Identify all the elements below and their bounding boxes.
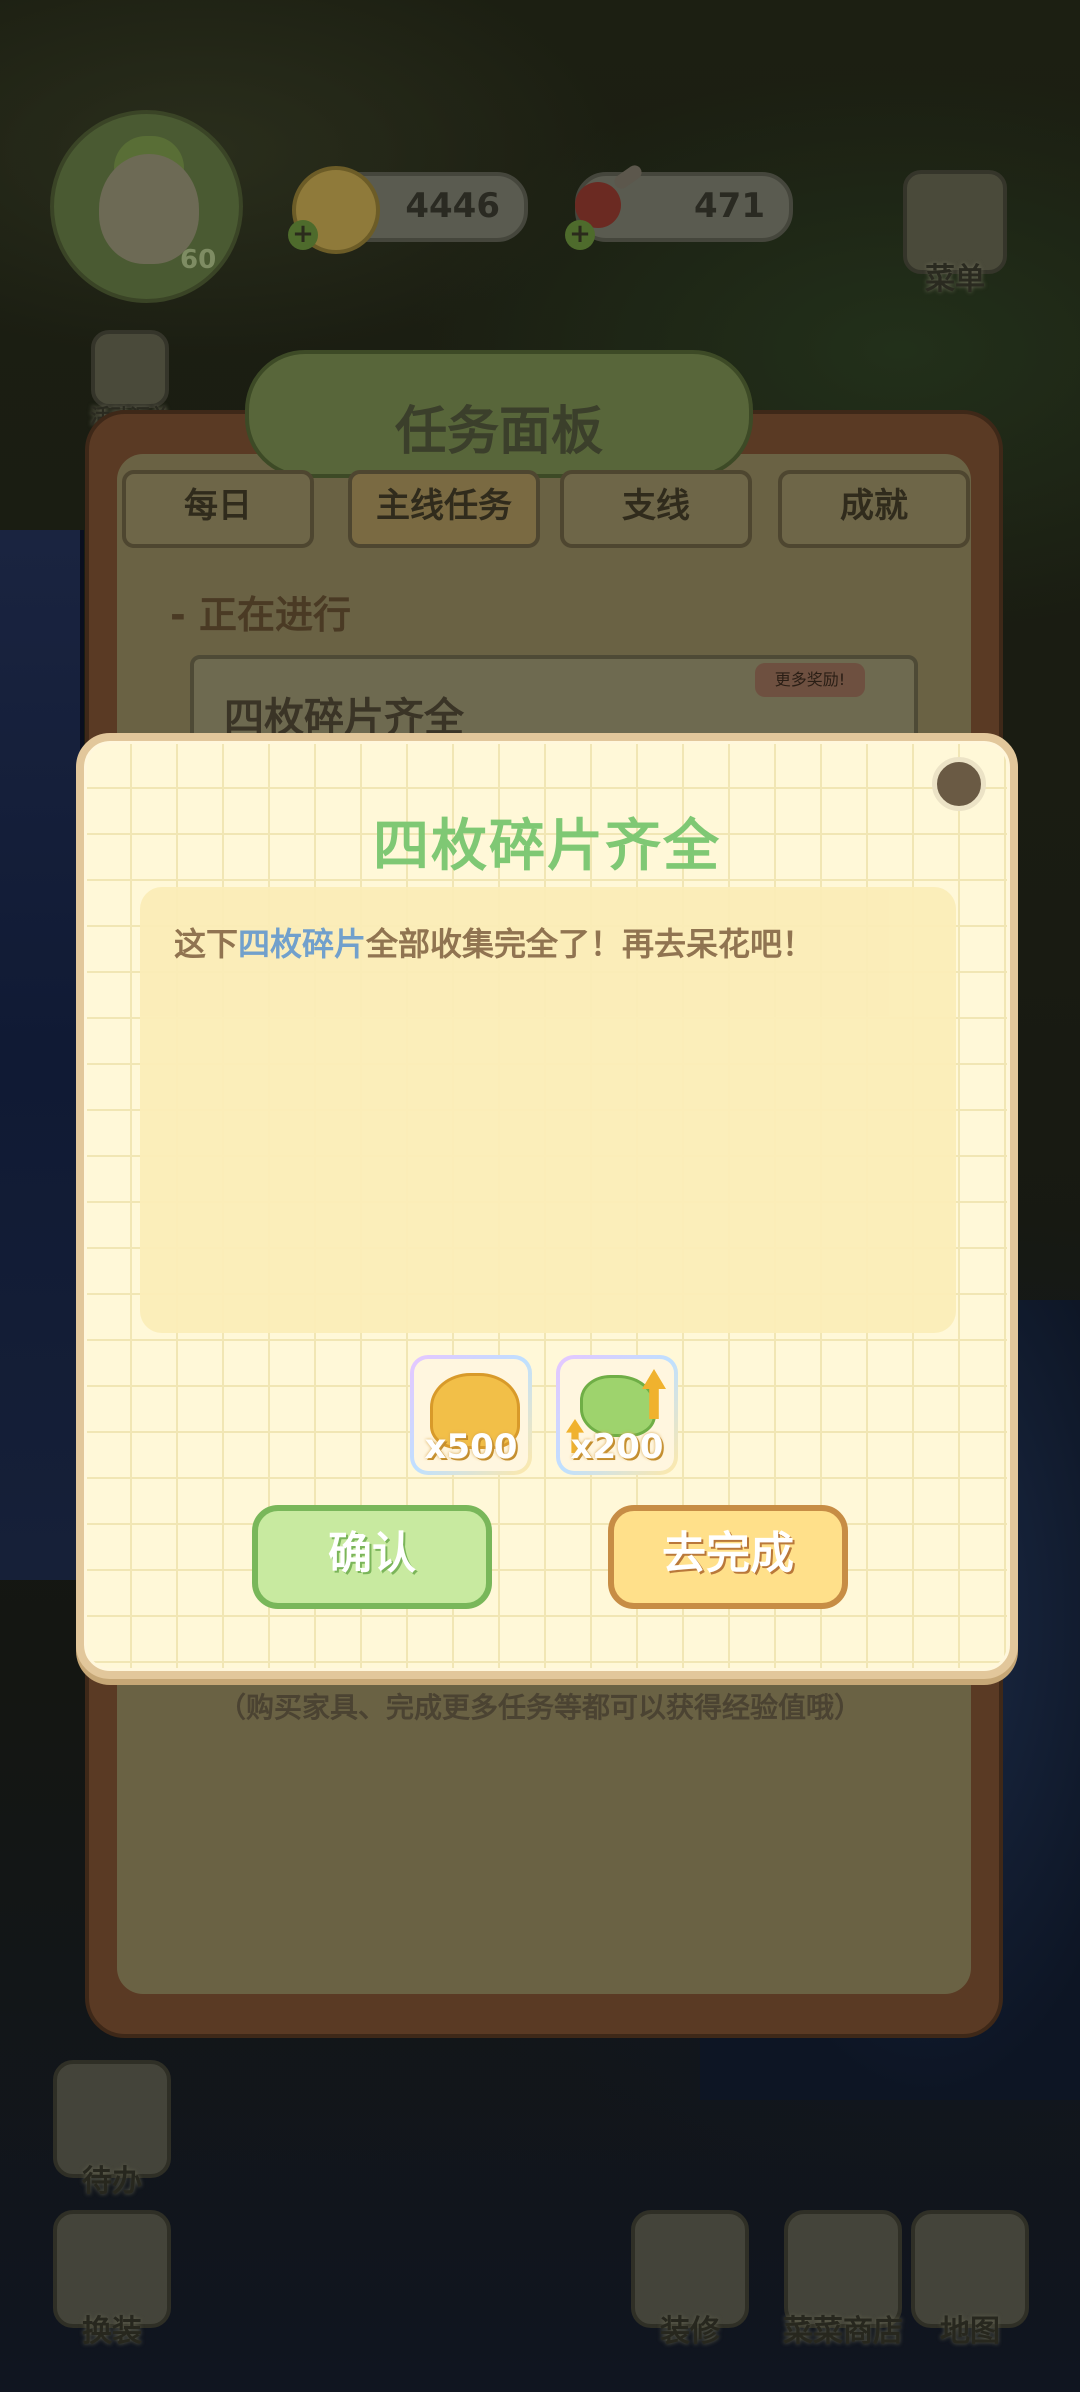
dialog-title: 四枚碎片齐全	[373, 814, 721, 879]
task-panel-title: 任务面板	[394, 402, 603, 462]
menu-label: 菜单	[925, 262, 985, 297]
dialog-message-highlight: 四枚碎片	[238, 925, 367, 963]
tab-side-quest[interactable]: 支线	[560, 470, 752, 548]
building-scenery	[0, 530, 84, 1580]
tab-daily[interactable]: 每日	[122, 470, 314, 548]
coin-counter[interactable]: + 4446	[288, 166, 528, 254]
todo-label: 待办	[82, 2164, 142, 2199]
dialog-message: 这下四枚碎片全部收集完全了！再去呆花吧！	[174, 919, 814, 965]
shop-button[interactable]: 菜菜商店	[768, 2210, 918, 2350]
dialog-message-suffix: 全部收集完全了！再去呆花吧！	[366, 925, 815, 963]
todo-button[interactable]: 待办	[52, 2060, 172, 2200]
menu-button[interactable]: 菜单	[900, 170, 1010, 298]
shop-label: 菜菜商店	[783, 2314, 903, 2349]
reward-gold: x500	[410, 1355, 532, 1475]
reward-gold-qty: x500	[424, 1427, 518, 1467]
meat-counter[interactable]: + 471	[565, 162, 793, 250]
dialog-message-prefix: 这下	[174, 925, 239, 963]
experience-hint: （购买家具、完成更多任务等都可以获得经验值哦）	[217, 1691, 862, 1724]
confirm-button[interactable]: 确认	[252, 1505, 492, 1609]
map-button[interactable]: 地图	[910, 2210, 1030, 2350]
dress-button[interactable]: 换装	[52, 2210, 172, 2350]
in-progress-label: - 正在进行	[170, 593, 352, 637]
decorate-button[interactable]: 装修	[630, 2210, 750, 2350]
player-level: 60	[180, 245, 217, 275]
events-icon	[91, 330, 169, 408]
meat-value: 471	[694, 186, 765, 226]
decorate-label: 装修	[660, 2314, 720, 2349]
coin-value: 4446	[405, 186, 500, 226]
tab-main-quest[interactable]: 主线任务	[348, 470, 540, 548]
add-meat-icon[interactable]: +	[565, 220, 595, 250]
add-coin-icon[interactable]: +	[288, 220, 318, 250]
task-panel-title-banner: 任务面板	[245, 350, 753, 478]
map-label: 地图	[940, 2314, 1000, 2349]
more-reward-badge[interactable]: 更多奖励!	[755, 663, 865, 697]
reward-exp-qty: x200	[570, 1427, 664, 1467]
dress-label: 换装	[82, 2314, 142, 2349]
reward-exp: x200	[556, 1355, 678, 1475]
task-dialog: 四枚碎片齐全 这下四枚碎片全部收集完全了！再去呆花吧！ x500 x200 确认…	[76, 733, 1018, 1679]
go-complete-button[interactable]: 去完成	[608, 1505, 848, 1609]
tab-achievements[interactable]: 成就	[778, 470, 970, 548]
dialog-body: 这下四枚碎片全部收集完全了！再去呆花吧！	[140, 887, 956, 1333]
